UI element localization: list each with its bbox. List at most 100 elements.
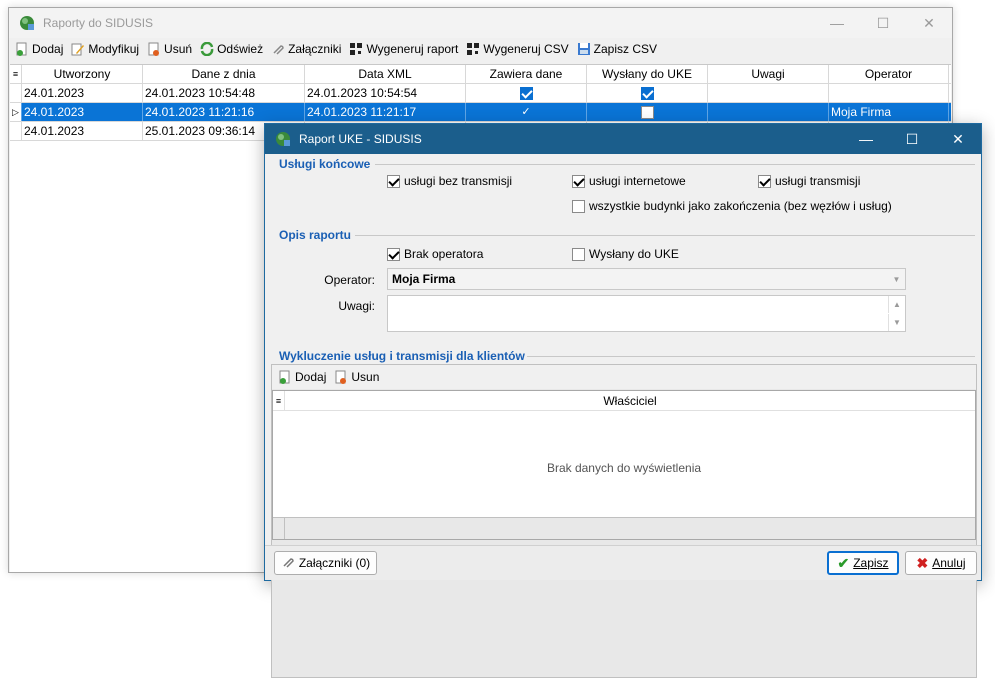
- column-header[interactable]: Zawiera dane: [466, 65, 587, 83]
- cb-label-text: wszystkie budynki jako zakończenia (bez …: [589, 199, 892, 213]
- table-row[interactable]: 24.01.2023 24.01.2023 10:54:48 24.01.202…: [10, 84, 951, 103]
- toolbar-refresh-button[interactable]: Odśwież: [200, 42, 263, 56]
- column-header[interactable]: Operator: [829, 65, 949, 83]
- maximize-button[interactable]: ☐: [860, 8, 906, 38]
- cell-created: 24.01.2023: [22, 103, 143, 121]
- dialog-title: Raport UKE - SIDUSIS: [299, 132, 422, 146]
- cancel-button[interactable]: ✖ Anuluj: [905, 551, 977, 575]
- exclusions-remove-button[interactable]: Usun: [334, 370, 379, 384]
- save-label: Zapisz: [853, 556, 889, 570]
- contains-data-checkbox[interactable]: ✓: [520, 106, 533, 119]
- exclusions-toolbar: Dodaj Usun: [272, 365, 976, 389]
- column-header[interactable]: Dane z dnia: [143, 65, 305, 83]
- column-header[interactable]: Data XML: [305, 65, 466, 83]
- toolbar-save-csv-label: Zapisz CSV: [593, 42, 657, 56]
- section-divider: [527, 356, 975, 357]
- toolbar-delete-button[interactable]: Usuń: [147, 42, 192, 56]
- checkbox-checked[interactable]: [387, 247, 400, 261]
- minimize-button[interactable]: —: [814, 8, 860, 38]
- section-divider: [375, 164, 975, 165]
- cell-contains-data[interactable]: ✓: [466, 103, 587, 121]
- column-header[interactable]: Utworzony: [22, 65, 143, 83]
- dialog-minimize-button[interactable]: —: [843, 124, 889, 154]
- footer-cell: [273, 518, 285, 539]
- toolbar-refresh-label: Odśwież: [217, 42, 264, 56]
- toolbar-add-label: Dodaj: [32, 42, 64, 56]
- toolbar-modify-button[interactable]: Modyfikuj: [71, 42, 139, 56]
- toolbar-generate-report-label: Wygeneruj raport: [366, 42, 459, 56]
- main-titlebar: Raporty do SIDUSIS — ☐ ✕: [9, 8, 952, 38]
- cell-sent[interactable]: [587, 103, 708, 121]
- toolbar-generate-csv-button[interactable]: Wygeneruj CSV: [466, 42, 569, 56]
- grid-menu-icon[interactable]: ≡: [10, 65, 22, 83]
- owner-column-header[interactable]: Właściciel: [285, 391, 975, 410]
- section-exclusions-title: Wykluczenie usług i transmisji dla klien…: [279, 349, 525, 363]
- dialog-body: Usługi końcowe usługi bez transmisji usł…: [265, 154, 981, 678]
- toolbar-generate-csv-label: Wygeneruj CSV: [483, 42, 569, 56]
- cell-notes: [708, 103, 829, 121]
- add-doc-icon: [278, 370, 292, 384]
- exclusions-remove-label: Usun: [351, 370, 380, 384]
- main-toolbar: Dodaj Modyfikuj Usuń Odśwież Załączniki …: [9, 38, 952, 60]
- globe-app-icon: [276, 132, 290, 146]
- toolbar-attachments-button[interactable]: Załączniki: [271, 42, 341, 56]
- cb-label-text: usługi transmisji: [775, 174, 861, 188]
- cb-label-text: Wysłany do UKE: [589, 247, 679, 261]
- qr-icon: [349, 42, 363, 56]
- scroll-down-icon[interactable]: ▼: [888, 314, 905, 331]
- exclusions-add-button[interactable]: Dodaj: [278, 370, 326, 384]
- cell-xml-date: 24.01.2023 11:21:17: [305, 103, 466, 121]
- globe-app-icon: [20, 16, 34, 30]
- table-row[interactable]: ▷ 24.01.2023 24.01.2023 11:21:16 24.01.2…: [10, 103, 951, 122]
- toolbar-save-csv-button[interactable]: Zapisz CSV: [577, 42, 657, 56]
- cb-internet[interactable]: usługi internetowe: [572, 174, 686, 188]
- check-icon: ✔: [837, 554, 850, 571]
- checkbox-checked[interactable]: [758, 174, 771, 188]
- sent-checkbox[interactable]: [640, 87, 654, 101]
- contains-data-checkbox[interactable]: [519, 87, 533, 101]
- cell-created: 24.01.2023: [22, 122, 143, 140]
- scroll-up-icon[interactable]: ▲: [888, 296, 905, 313]
- sent-checkbox[interactable]: [640, 106, 654, 120]
- cell-sent[interactable]: [587, 84, 708, 102]
- checkbox-unchecked[interactable]: [572, 247, 585, 261]
- owners-header-row: ≡ Właściciel: [273, 391, 975, 411]
- column-header[interactable]: Uwagi: [708, 65, 829, 83]
- cell-operator: Moja Firma: [829, 103, 949, 121]
- cb-all-buildings[interactable]: wszystkie budynki jako zakończenia (bez …: [572, 199, 892, 213]
- close-button[interactable]: ✕: [906, 8, 952, 38]
- toolbar-generate-report-button[interactable]: Wygeneruj raport: [349, 42, 458, 56]
- cb-no-operator[interactable]: Brak operatora: [387, 247, 483, 261]
- cb-no-transmission[interactable]: usługi bez transmisji: [387, 174, 512, 188]
- grid-menu-icon[interactable]: ≡: [273, 391, 285, 410]
- section-divider: [355, 235, 975, 236]
- operator-value: Moja Firma: [392, 272, 456, 286]
- chevron-down-icon[interactable]: ▼: [888, 269, 905, 289]
- cell-operator: [829, 84, 949, 102]
- dialog-maximize-button[interactable]: ☐: [889, 124, 935, 154]
- cell-notes: [708, 84, 829, 102]
- cb-sent-uke[interactable]: Wysłany do UKE: [572, 247, 679, 261]
- checkbox-unchecked[interactable]: [572, 199, 585, 213]
- cell-xml-date: 24.01.2023 10:54:54: [305, 84, 466, 102]
- cb-label-text: usługi bez transmisji: [404, 174, 513, 188]
- cb-transmission[interactable]: usługi transmisji: [758, 174, 860, 188]
- attachments-label: Załączniki (0): [298, 556, 371, 570]
- checkbox-checked[interactable]: [572, 174, 585, 188]
- operator-combo[interactable]: Moja Firma ▼: [387, 268, 906, 290]
- cell-contains-data[interactable]: [466, 84, 587, 102]
- dialog-titlebar: Raport UKE - SIDUSIS — ☐ ✕: [265, 124, 981, 154]
- checkbox-checked[interactable]: [387, 174, 400, 188]
- dialog-close-button[interactable]: ✕: [935, 124, 981, 154]
- toolbar-add-button[interactable]: Dodaj: [15, 42, 63, 56]
- toolbar-modify-label: Modyfikuj: [88, 42, 140, 56]
- cb-label-text: usługi internetowe: [589, 174, 686, 188]
- attachments-button[interactable]: Załączniki (0): [274, 551, 377, 575]
- save-button[interactable]: ✔ Zapisz: [827, 551, 899, 575]
- column-header[interactable]: Wysłany do UKE: [587, 65, 708, 83]
- notes-textarea[interactable]: ▲ ▼: [387, 295, 906, 332]
- cell-created: 24.01.2023: [22, 84, 143, 102]
- owners-grid: ≡ Właściciel Brak danych do wyświetlenia: [272, 390, 976, 540]
- section-desc-title: Opis raportu: [279, 228, 352, 242]
- delete-doc-icon: [147, 42, 161, 56]
